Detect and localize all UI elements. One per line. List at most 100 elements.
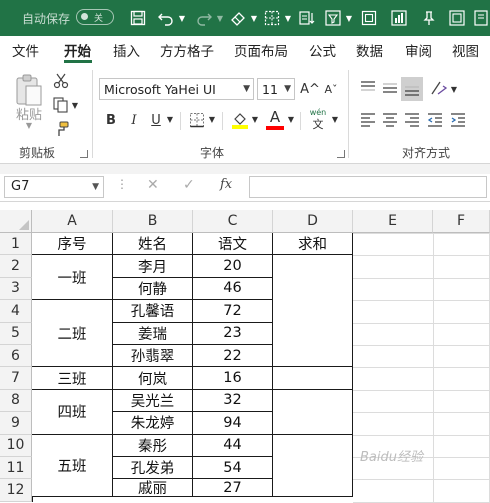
cell-group[interactable]: 四班 <box>32 389 113 435</box>
filter-icon[interactable] <box>322 8 344 28</box>
undo-dropdown-icon[interactable]: ▼ <box>178 8 186 28</box>
cell-name[interactable]: 朱龙婷 <box>113 412 193 435</box>
tab-file[interactable]: 文件 <box>12 40 39 60</box>
cell-score[interactable]: 27 <box>193 479 273 497</box>
cell-score[interactable]: 46 <box>193 277 273 301</box>
cell-name[interactable]: 吴光兰 <box>113 389 193 413</box>
cell-name[interactable]: 李月 <box>113 255 193 278</box>
decrease-indent-icon[interactable] <box>425 110 445 130</box>
fill-color-icon[interactable] <box>230 110 250 130</box>
shrink-font-button[interactable]: Aˇ <box>322 78 340 100</box>
column-header-f[interactable]: F <box>433 210 490 233</box>
cell-name[interactable]: 何静 <box>113 277 193 301</box>
grow-font-button[interactable]: A^ <box>300 78 320 100</box>
chart-icon[interactable] <box>388 8 410 28</box>
enter-icon[interactable]: ✓ <box>183 177 195 193</box>
font-color-button[interactable]: A <box>265 108 285 126</box>
tab-home[interactable]: 开始 <box>64 40 91 60</box>
underline-dropdown-icon[interactable]: ▼ <box>166 114 174 124</box>
font-color-dropdown-icon[interactable]: ▼ <box>287 114 295 124</box>
align-center-icon[interactable] <box>380 110 400 130</box>
tab-formulas[interactable]: 公式 <box>309 40 336 60</box>
tab-review[interactable]: 审阅 <box>405 40 432 60</box>
italic-button[interactable]: I <box>126 110 142 130</box>
cell-score[interactable]: 23 <box>193 322 273 345</box>
cell-score[interactable]: 20 <box>193 255 273 278</box>
filter-dropdown-icon[interactable]: ▼ <box>345 8 353 28</box>
tab-page-layout[interactable]: 页面布局 <box>234 40 288 60</box>
cell-name[interactable]: 戚丽 <box>113 479 193 497</box>
phonetic-button[interactable]: 文 <box>307 117 329 131</box>
cut-icon[interactable] <box>52 72 70 90</box>
cell-group[interactable]: 二班 <box>32 300 113 368</box>
column-header-d[interactable]: D <box>273 210 353 233</box>
copy-dropdown-icon[interactable]: ▼ <box>71 100 79 110</box>
cell-group[interactable]: 一班 <box>32 255 113 301</box>
row-header-7[interactable]: 7 <box>0 367 32 390</box>
copy-icon[interactable] <box>52 96 70 114</box>
cell-name[interactable]: 孔馨语 <box>113 300 193 323</box>
cell-score[interactable]: 94 <box>193 412 273 435</box>
column-header-e[interactable]: E <box>353 210 433 233</box>
select-all-corner[interactable] <box>0 210 32 233</box>
cell-a1[interactable]: 序号 <box>32 233 113 256</box>
cell-sum[interactable] <box>273 389 353 435</box>
column-header-a[interactable]: A <box>32 210 113 233</box>
align-top-icon[interactable] <box>358 78 378 98</box>
cell-score[interactable]: 72 <box>193 300 273 323</box>
format-painter-icon[interactable] <box>52 120 70 138</box>
cell-b1[interactable]: 姓名 <box>113 233 193 256</box>
orientation-dropdown-icon[interactable]: ▼ <box>450 84 458 94</box>
font-name-select[interactable]: Microsoft YaHei UI ▼ <box>99 78 254 100</box>
autosave-toggle[interactable]: 关 <box>76 9 114 25</box>
row-header-6[interactable]: 6 <box>0 345 32 368</box>
undo-icon[interactable] <box>155 8 177 28</box>
redo-dropdown-icon[interactable]: ▼ <box>216 8 224 28</box>
insert-function-button[interactable]: fx <box>220 177 232 192</box>
increase-indent-icon[interactable] <box>448 110 468 130</box>
tab-insert[interactable]: 插入 <box>113 40 140 60</box>
row-header-10[interactable]: 10 <box>0 434 32 457</box>
underline-button[interactable]: U <box>148 110 164 130</box>
tab-view[interactable]: 视图 <box>452 40 479 60</box>
align-left-icon[interactable] <box>358 110 378 130</box>
borders-dropdown-icon[interactable]: ▼ <box>284 8 292 28</box>
cell-name[interactable]: 孙翡翠 <box>113 345 193 368</box>
cell-d1[interactable]: 求和 <box>273 233 353 256</box>
row-header-12[interactable]: 12 <box>0 479 32 502</box>
form-icon[interactable] <box>446 8 468 28</box>
cell-sum[interactable] <box>273 367 353 390</box>
cell-name[interactable]: 孔发弟 <box>113 457 193 480</box>
cell-name[interactable]: 秦彤 <box>113 434 193 457</box>
border-icon[interactable] <box>188 110 206 130</box>
cell-score[interactable]: 22 <box>193 345 273 368</box>
cell-score[interactable]: 32 <box>193 389 273 413</box>
cell-score[interactable]: 44 <box>193 434 273 457</box>
row-header-2[interactable]: 2 <box>0 255 32 278</box>
column-header-b[interactable]: B <box>113 210 193 233</box>
cell-sum[interactable] <box>273 434 353 497</box>
more-icon[interactable] <box>470 8 490 28</box>
align-middle-icon[interactable] <box>380 78 400 98</box>
cell-name[interactable]: 姜瑞 <box>113 322 193 345</box>
eraser-icon[interactable] <box>227 8 249 28</box>
borders-icon[interactable] <box>261 8 283 28</box>
cell-score[interactable]: 16 <box>193 367 273 390</box>
font-launcher-icon[interactable] <box>337 150 345 158</box>
row-header-5[interactable]: 5 <box>0 322 32 345</box>
sort-icon[interactable] <box>296 8 318 28</box>
cell-group[interactable]: 三班 <box>32 367 113 390</box>
column-header-c[interactable]: C <box>193 210 273 233</box>
screenshot-icon[interactable] <box>358 8 380 28</box>
row-header-9[interactable]: 9 <box>0 412 32 435</box>
cell-sum[interactable] <box>273 255 353 368</box>
phonetic-dropdown-icon[interactable]: ▼ <box>331 114 339 124</box>
cell-group[interactable]: 五班 <box>32 434 113 497</box>
pin-icon[interactable] <box>418 8 440 28</box>
tab-fangfange[interactable]: 方方格子 <box>160 40 214 60</box>
eraser-dropdown-icon[interactable]: ▼ <box>250 8 258 28</box>
redo-icon[interactable] <box>193 8 215 28</box>
align-right-icon[interactable] <box>402 110 422 130</box>
border-dropdown-icon[interactable]: ▼ <box>208 114 216 124</box>
row-header-8[interactable]: 8 <box>0 389 32 413</box>
